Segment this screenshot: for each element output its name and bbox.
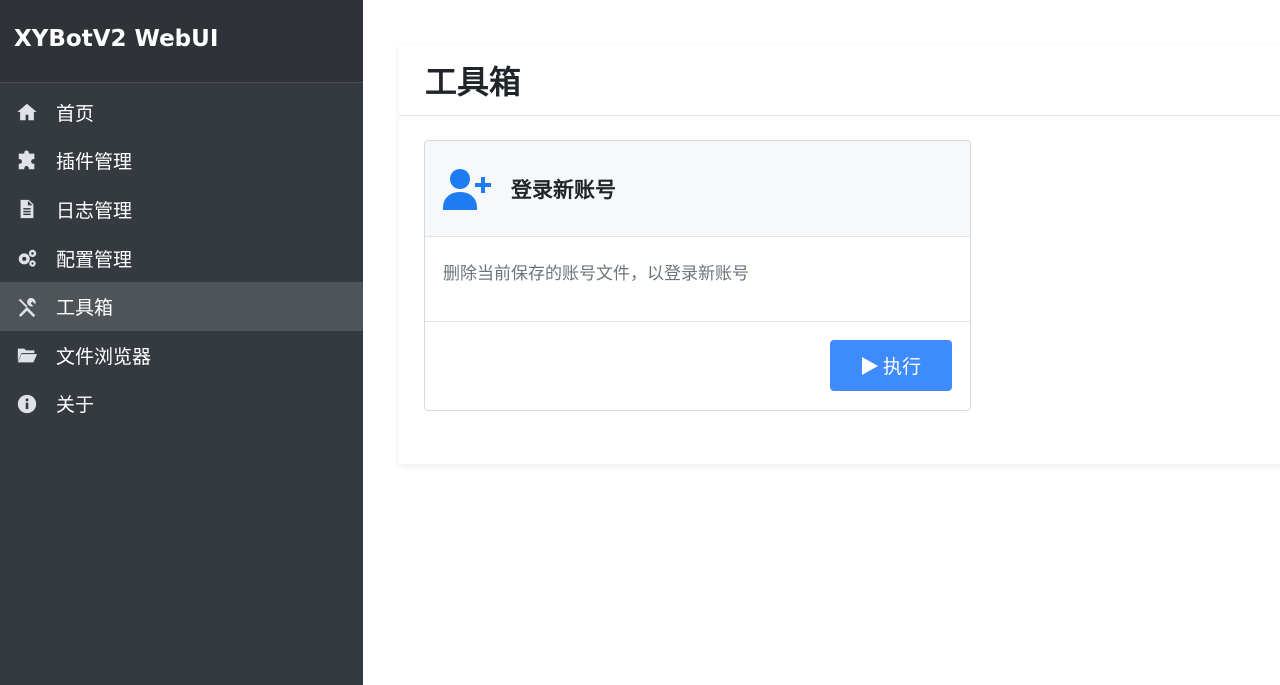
execute-button-label: 执行: [882, 357, 921, 378]
tools-icon: [15, 295, 39, 319]
folder-open-icon: [15, 343, 39, 367]
page-title: 工具箱: [425, 63, 522, 101]
sidebar-item-label: 首页: [56, 102, 95, 125]
sidebar: XYBotV2 WebUI 首页 插件管理 日志管理 配置管理 工具箱 文件浏览…: [0, 0, 363, 685]
sidebar-item-label: 文件浏览器: [56, 345, 152, 368]
card-footer: 执行: [425, 322, 970, 410]
card-title: 登录新账号: [511, 177, 616, 202]
sidebar-item-label: 关于: [56, 394, 95, 417]
app: XYBotV2 WebUI 首页 插件管理 日志管理 配置管理 工具箱 文件浏览…: [0, 0, 1280, 685]
info-icon: [15, 392, 39, 416]
toolbox-panel: 工具箱 登录新账号 删除当前保存的账号文件，以登录新账号 执行: [399, 45, 1280, 464]
brand-title[interactable]: XYBotV2 WebUI: [14, 26, 218, 52]
play-icon: [861, 356, 878, 375]
sidebar-item-label: 日志管理: [56, 199, 133, 222]
sidebar-item-files[interactable]: 文件浏览器: [0, 331, 363, 380]
card-body: 删除当前保存的账号文件，以登录新账号: [425, 237, 970, 322]
user-plus-icon: [443, 168, 493, 210]
sidebar-item-tools[interactable]: 工具箱: [0, 282, 363, 331]
sidebar-item-plugins[interactable]: 插件管理: [0, 137, 363, 186]
card-description: 删除当前保存的账号文件，以登录新账号: [443, 264, 749, 284]
sidebar-item-label: 工具箱: [56, 297, 114, 320]
sidebar-item-config[interactable]: 配置管理: [0, 234, 363, 283]
card-header: 登录新账号: [425, 141, 970, 237]
sidebar-nav: 首页 插件管理 日志管理 配置管理 工具箱 文件浏览器 关于: [0, 83, 363, 428]
home-icon: [15, 100, 39, 124]
puzzle-icon: [15, 149, 39, 173]
sidebar-item-label: 插件管理: [56, 151, 133, 174]
panel-header: 工具箱: [399, 45, 1280, 116]
brand: XYBotV2 WebUI: [0, 0, 363, 83]
main-content: 工具箱 登录新账号 删除当前保存的账号文件，以登录新账号 执行: [363, 0, 1280, 685]
sidebar-item-logs[interactable]: 日志管理: [0, 185, 363, 234]
execute-button[interactable]: 执行: [830, 340, 952, 391]
gears-icon: [15, 246, 39, 270]
sidebar-item-home[interactable]: 首页: [0, 88, 363, 137]
login-new-account-card: 登录新账号 删除当前保存的账号文件，以登录新账号 执行: [424, 140, 971, 411]
sidebar-item-label: 配置管理: [56, 248, 133, 271]
sidebar-item-about[interactable]: 关于: [0, 380, 363, 429]
file-text-icon: [15, 197, 39, 221]
